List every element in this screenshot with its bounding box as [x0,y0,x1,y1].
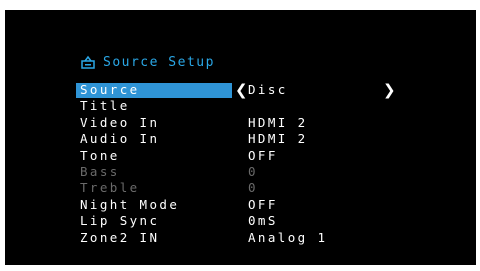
menu-item-treble: Treble 0 [76,180,406,196]
menu-item-zone2-in[interactable]: Zone2 IN Analog 1 [76,230,406,246]
source-input-icon [81,55,95,69]
menu-item-label: Night Mode [80,196,180,212]
arrow-right-icon[interactable]: ❯ [383,83,398,98]
setup-menu: Source ❮ Disc ❯ Title Video In HDMI 2 Au… [76,82,406,246]
menu-item-label: Source [80,82,140,97]
osd-screen: Source Setup Source ❮ Disc ❯ Title Video… [5,10,476,265]
menu-item-label: Zone2 IN [80,229,160,245]
menu-item-label: Audio In [80,131,160,147]
menu-item-label: Lip Sync [80,213,160,229]
menu-item-tone[interactable]: Tone OFF [76,148,406,164]
page-title: Source Setup [103,54,215,70]
menu-item-source[interactable]: Source ❮ Disc ❯ [76,82,406,98]
menu-item-value: OFF [248,147,278,163]
menu-item-value: Disc [248,82,288,97]
menu-item-value: HDMI 2 [248,131,308,147]
menu-header: Source Setup [81,54,215,70]
menu-item-value: HDMI 2 [248,114,308,130]
menu-item-value: Analog 1 [248,229,328,245]
menu-item-title[interactable]: Title [76,98,406,114]
menu-item-label: Video In [80,114,160,130]
menu-item-label: Title [80,98,130,114]
menu-item-value: 0mS [248,213,278,229]
menu-item-value: 0 [248,163,258,179]
menu-item-value: OFF [248,196,278,212]
menu-item-label: Bass [80,163,120,179]
menu-item-bass: Bass 0 [76,164,406,180]
menu-item-label: Tone [80,147,120,163]
menu-item-video-in[interactable]: Video In HDMI 2 [76,115,406,131]
menu-item-value: 0 [248,180,258,196]
menu-item-night-mode[interactable]: Night Mode OFF [76,197,406,213]
menu-item-audio-in[interactable]: Audio In HDMI 2 [76,131,406,147]
menu-item-label: Treble [80,180,140,196]
menu-item-lip-sync[interactable]: Lip Sync 0mS [76,213,406,229]
